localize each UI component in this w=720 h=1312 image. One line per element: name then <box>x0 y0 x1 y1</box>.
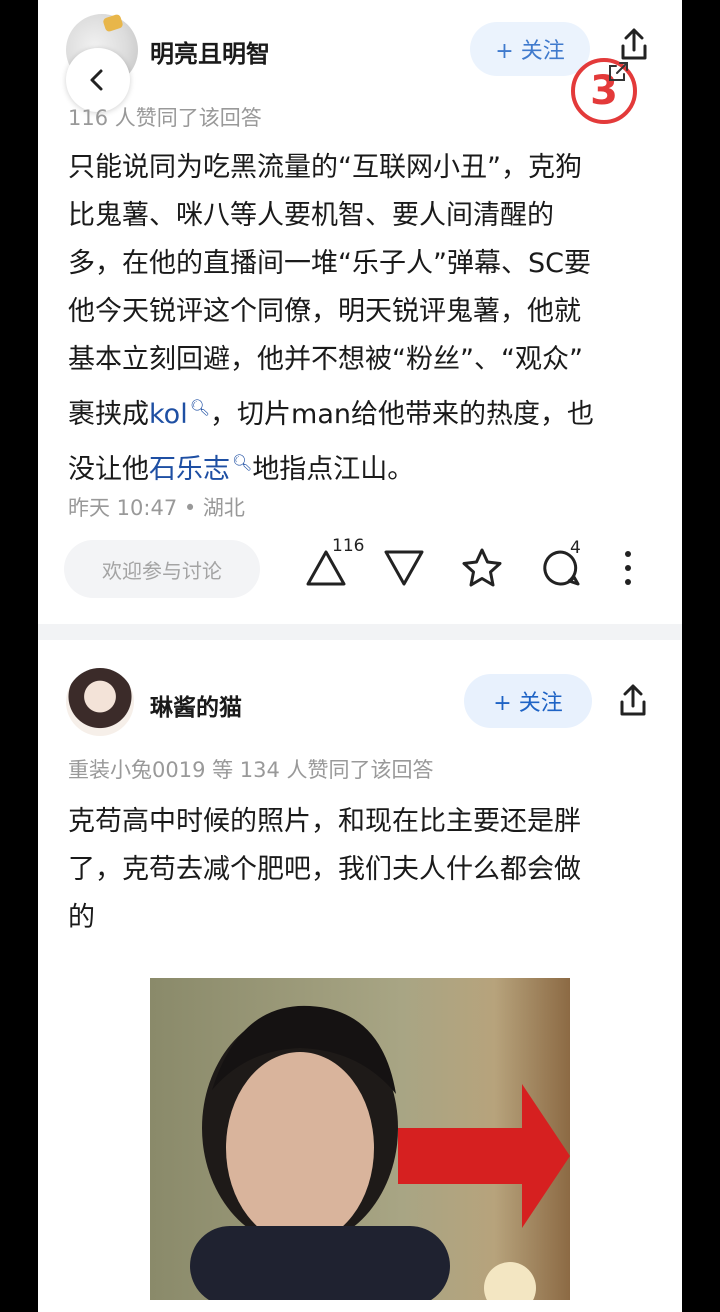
downvote-icon[interactable] <box>382 546 426 590</box>
answer-line: 没让他石乐志 🔍︎地指点江山。 <box>68 453 415 485</box>
share-icon[interactable] <box>613 680 653 720</box>
answer-line: 裹挟成kol 🔍︎，切片man给他带来的热度，也 <box>68 398 594 430</box>
post-meta: 昨天 10:47 • 湖北 <box>68 496 245 520</box>
more-icon[interactable] <box>616 548 640 588</box>
answer-line: 多，在他的直播间一堆“乐子人”弹幕、SC要 <box>68 248 591 279</box>
keyword-link[interactable]: kol <box>149 399 188 430</box>
comment-count: 4 <box>570 538 581 558</box>
star-icon[interactable] <box>460 546 504 590</box>
back-icon <box>90 69 103 91</box>
answer-line: 基本立刻回避，他并不想被“粉丝”、“观众” <box>68 344 583 375</box>
answer-line: 的 <box>68 902 95 933</box>
discussion-input[interactable]: 欢迎参与讨论 <box>64 540 260 598</box>
follow-button[interactable]: + 关注 <box>470 22 590 76</box>
upvote-summary: 重装小兔0019 等 134 人赞同了该回答 <box>68 758 434 782</box>
follow-button[interactable]: + 关注 <box>464 674 592 728</box>
author-name[interactable]: 明亮且明智 <box>150 34 270 69</box>
share-icon[interactable] <box>614 24 654 64</box>
answer-line: 只能说同为吃黑流量的“互联网小丑”，克狗 <box>68 152 582 183</box>
author-avatar[interactable] <box>66 668 134 736</box>
author-name[interactable]: 琳酱的猫 <box>150 688 242 722</box>
answer-line: 克苟高中时候的照片，和现在比主要还是胖 <box>68 806 581 837</box>
search-icon[interactable]: 🔍︎ <box>190 398 210 417</box>
answer-body: 克苟高中时候的照片，和现在比主要还是胖 了，克苟去减个肥吧，我们夫人什么都会做 … <box>68 798 658 942</box>
answer-line: 比鬼薯、咪八等人要机智、要人间清醒的 <box>68 200 554 231</box>
photo-illustration <box>190 1005 570 1300</box>
feed-page: 明亮且明智 + 关注 3 116 人赞同了该回答 只能说同为吃黑流量的“互联网小… <box>38 0 682 1312</box>
keyword-link[interactable]: 石乐志 <box>149 454 230 485</box>
answer-photo[interactable] <box>150 978 570 1300</box>
answer-line: 他今天锐评这个同僚，明天锐评鬼薯，他就 <box>68 296 581 327</box>
section-divider <box>38 624 682 640</box>
answer-line: 了，克苟去减个肥吧，我们夫人什么都会做 <box>68 854 581 885</box>
search-icon[interactable]: 🔍︎ <box>232 453 252 472</box>
upvote-count: 116 <box>332 536 365 556</box>
answer-body: 只能说同为吃黑流量的“互联网小丑”，克狗 比鬼薯、咪八等人要机智、要人间清醒的 … <box>68 144 658 494</box>
external-icon[interactable] <box>606 60 630 84</box>
upvote-summary: 116 人赞同了该回答 <box>68 106 262 130</box>
